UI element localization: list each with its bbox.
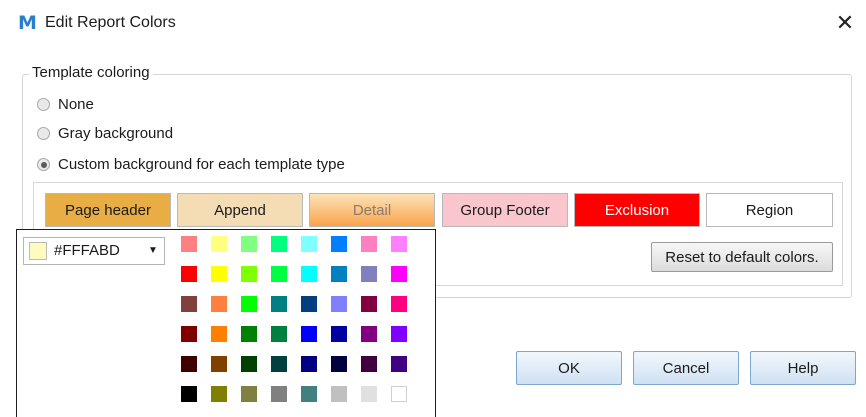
color-value-dropdown[interactable]: #FFFABD ▼: [23, 237, 165, 265]
color-swatch[interactable]: [241, 236, 257, 252]
radio-none[interactable]: None: [37, 96, 94, 113]
color-swatch[interactable]: [301, 236, 317, 252]
color-swatch[interactable]: [211, 356, 227, 372]
color-swatch[interactable]: [181, 296, 197, 312]
color-swatch[interactable]: [211, 296, 227, 312]
color-swatch[interactable]: [331, 236, 347, 252]
button-label: Exclusion: [604, 201, 670, 219]
color-swatch[interactable]: [361, 386, 377, 402]
color-swatch[interactable]: [271, 356, 287, 372]
color-swatch[interactable]: [211, 326, 227, 342]
color-swatch[interactable]: [391, 296, 407, 312]
color-swatch[interactable]: [331, 386, 347, 402]
color-swatch[interactable]: [241, 326, 257, 342]
color-swatch[interactable]: [271, 266, 287, 282]
button-label: Cancel: [662, 359, 710, 377]
detail-color-button[interactable]: Detail: [309, 193, 435, 227]
page-header-color-button[interactable]: Page header: [45, 193, 171, 227]
color-swatch[interactable]: [361, 326, 377, 342]
color-swatch[interactable]: [331, 296, 347, 312]
color-swatch[interactable]: [271, 296, 287, 312]
color-swatch[interactable]: [361, 296, 377, 312]
radio-label: Gray background: [58, 125, 174, 142]
template-coloring-legend: Template coloring: [29, 64, 153, 81]
button-label: Help: [787, 359, 819, 377]
button-label: Detail: [352, 201, 392, 219]
button-label: Append: [214, 201, 266, 219]
color-swatch[interactable]: [241, 356, 257, 372]
cancel-button[interactable]: Cancel: [633, 351, 739, 385]
color-swatch[interactable]: [271, 326, 287, 342]
color-swatch[interactable]: [211, 266, 227, 282]
color-swatch[interactable]: [391, 326, 407, 342]
color-swatch[interactable]: [181, 326, 197, 342]
app-logo-icon: M: [18, 12, 37, 34]
color-swatch[interactable]: [181, 386, 197, 402]
color-palette-grid: [181, 236, 407, 402]
color-swatch[interactable]: [331, 326, 347, 342]
color-swatch[interactable]: [211, 236, 227, 252]
color-swatch[interactable]: [331, 266, 347, 282]
color-swatch[interactable]: [361, 266, 377, 282]
color-swatch[interactable]: [331, 356, 347, 372]
color-swatch[interactable]: [301, 296, 317, 312]
radio-button[interactable]: [37, 98, 50, 111]
append-color-button[interactable]: Append: [177, 193, 303, 227]
color-swatch[interactable]: [241, 266, 257, 282]
title-bar: M Edit Report Colors ✕: [0, 0, 866, 48]
color-swatch[interactable]: [271, 386, 287, 402]
caret-down-icon[interactable]: ▼: [148, 242, 158, 260]
color-swatch[interactable]: [301, 356, 317, 372]
color-swatch[interactable]: [391, 266, 407, 282]
color-swatch[interactable]: [301, 326, 317, 342]
radio-button[interactable]: [37, 127, 50, 140]
button-label: OK: [558, 359, 580, 377]
color-swatch[interactable]: [181, 356, 197, 372]
color-swatch[interactable]: [181, 236, 197, 252]
region-color-button[interactable]: Region: [706, 193, 833, 227]
help-button[interactable]: Help: [750, 351, 856, 385]
close-icon[interactable]: ✕: [833, 11, 857, 35]
button-label: Region: [745, 201, 794, 219]
exclusion-color-button[interactable]: Exclusion: [574, 193, 700, 227]
radio-custom-background[interactable]: Custom background for each template type: [37, 156, 345, 173]
selected-color-swatch: [29, 242, 47, 260]
window-title: Edit Report Colors: [45, 14, 176, 31]
color-swatch[interactable]: [361, 236, 377, 252]
color-swatch[interactable]: [241, 296, 257, 312]
button-label: Reset to default colors.: [665, 248, 819, 266]
ok-button[interactable]: OK: [516, 351, 622, 385]
color-swatch[interactable]: [241, 386, 257, 402]
radio-label: Custom background for each template type: [58, 156, 345, 173]
reset-default-colors-button[interactable]: Reset to default colors.: [651, 242, 833, 272]
button-label: Group Footer: [460, 201, 550, 219]
color-swatch[interactable]: [301, 386, 317, 402]
color-swatch[interactable]: [391, 356, 407, 372]
color-swatch[interactable]: [391, 236, 407, 252]
radio-gray-background[interactable]: Gray background: [37, 125, 173, 142]
button-label: Page header: [65, 201, 151, 219]
color-value-text[interactable]: #FFFABD: [54, 242, 120, 259]
group-footer-color-button[interactable]: Group Footer: [442, 193, 568, 227]
color-swatch[interactable]: [361, 356, 377, 372]
color-swatch[interactable]: [271, 236, 287, 252]
color-swatch[interactable]: [181, 266, 197, 282]
radio-button-checked[interactable]: [37, 158, 50, 171]
color-swatch[interactable]: [301, 266, 317, 282]
color-swatch[interactable]: [391, 386, 407, 402]
color-swatch[interactable]: [211, 386, 227, 402]
radio-label: None: [58, 96, 94, 113]
